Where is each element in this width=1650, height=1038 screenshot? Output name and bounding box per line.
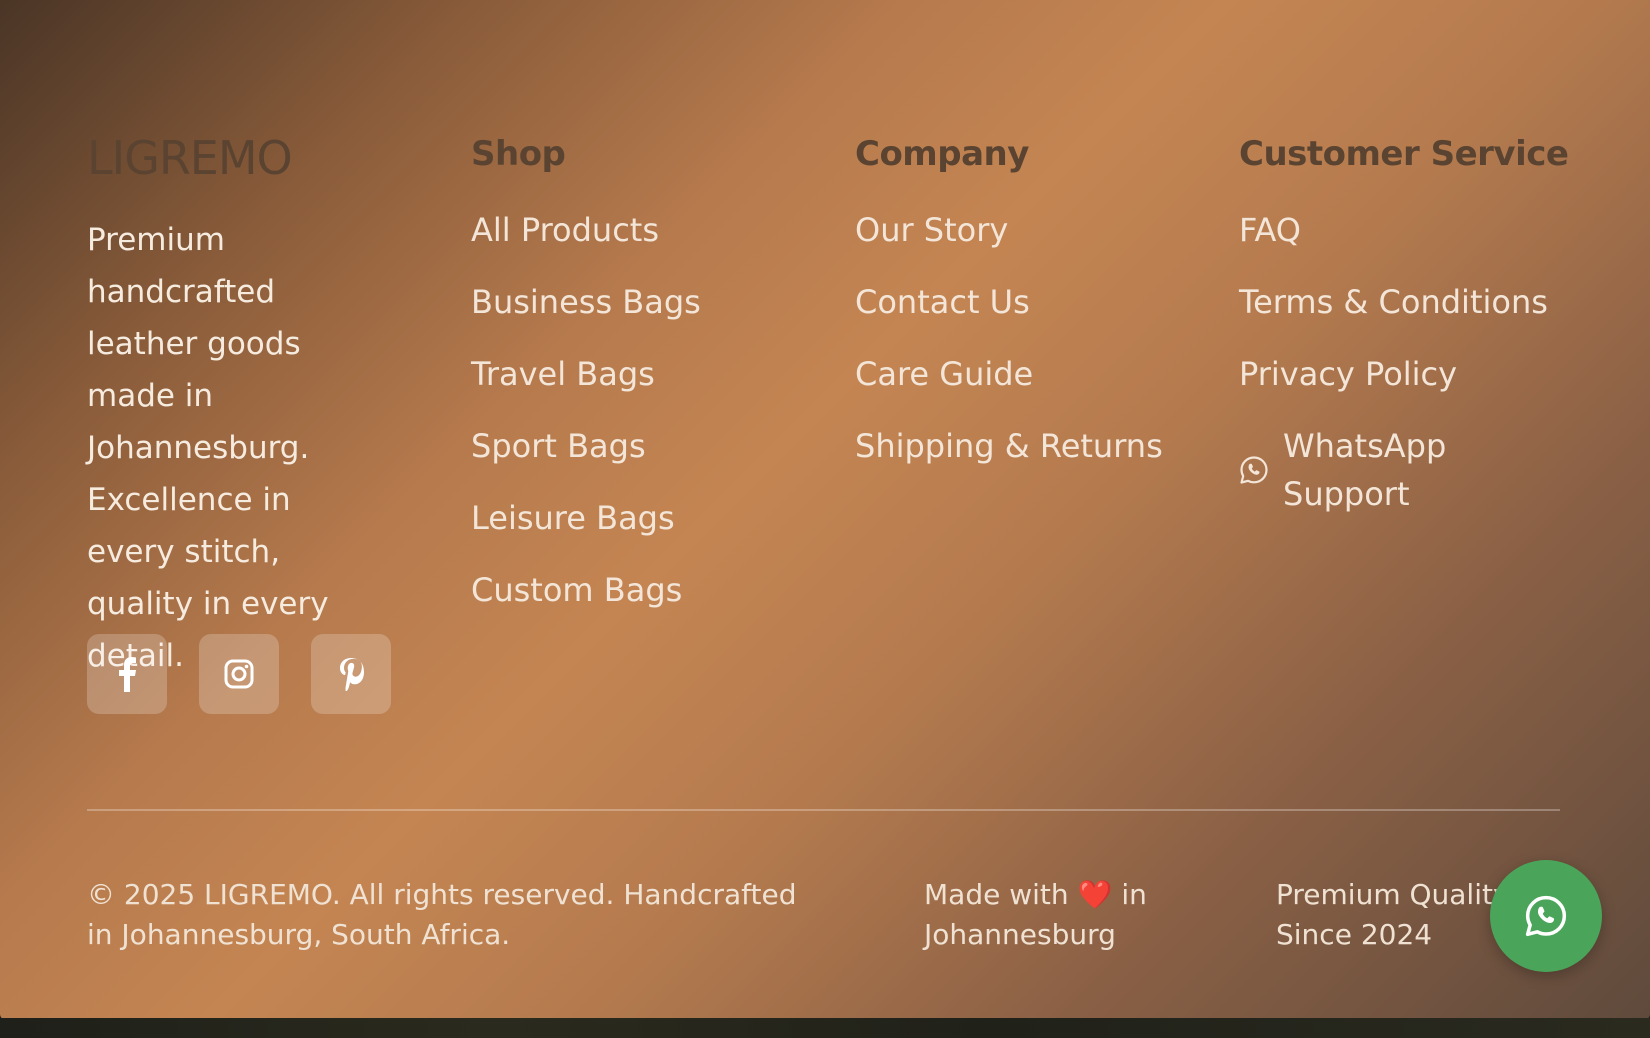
facebook-icon <box>119 657 136 692</box>
made-with-prefix: Made with <box>924 878 1069 911</box>
company-column: Company Our Story Contact Us Care Guide … <box>855 128 1163 494</box>
service-link-faq[interactable]: FAQ <box>1239 206 1569 254</box>
pinterest-icon <box>340 658 364 691</box>
social-links <box>87 634 391 714</box>
shop-link-leisure-bags[interactable]: Leisure Bags <box>471 494 701 542</box>
whatsapp-icon <box>1525 895 1567 937</box>
whatsapp-icon <box>1240 456 1268 484</box>
premium-quality-text: Premium Quality Since 2024 <box>1276 878 1510 951</box>
customer-service-column: Customer Service FAQ Terms & Conditions … <box>1239 128 1569 542</box>
site-footer: LIGREMO Premium handcrafted leather good… <box>0 0 1650 1020</box>
shop-link-sport-bags[interactable]: Sport Bags <box>471 422 701 470</box>
company-link-contact-us[interactable]: Contact Us <box>855 278 1163 326</box>
shop-link-all-products[interactable]: All Products <box>471 206 701 254</box>
heart-icon: ❤️ <box>1077 878 1113 911</box>
instagram-button[interactable] <box>199 634 279 714</box>
whatsapp-chat-button[interactable] <box>1490 860 1602 972</box>
shop-column: Shop All Products Business Bags Travel B… <box>471 128 701 638</box>
made-with-text: Made with ❤️ in Johannesburg <box>924 875 1184 955</box>
facebook-button[interactable] <box>87 634 167 714</box>
service-link-privacy[interactable]: Privacy Policy <box>1239 350 1569 398</box>
company-link-shipping-returns[interactable]: Shipping & Returns <box>855 422 1163 470</box>
shop-link-travel-bags[interactable]: Travel Bags <box>471 350 701 398</box>
pinterest-button[interactable] <box>311 634 391 714</box>
shop-links: All Products Business Bags Travel Bags S… <box>471 206 701 614</box>
company-links: Our Story Contact Us Care Guide Shipping… <box>855 206 1163 470</box>
brand-tagline: Premium handcrafted leather goods made i… <box>87 222 329 674</box>
company-link-our-story[interactable]: Our Story <box>855 206 1163 254</box>
whatsapp-support-label: WhatsApp Support <box>1283 427 1447 513</box>
company-link-care-guide[interactable]: Care Guide <box>855 350 1163 398</box>
footer-logo[interactable]: LIGREMO <box>87 128 407 188</box>
page-background-strip <box>0 1018 1650 1038</box>
service-link-whatsapp-support[interactable]: WhatsApp Support <box>1239 422 1569 518</box>
footer-divider <box>87 809 1560 811</box>
service-link-terms[interactable]: Terms & Conditions <box>1239 278 1569 326</box>
customer-service-links: FAQ Terms & Conditions Privacy Policy Wh… <box>1239 206 1569 518</box>
customer-service-heading: Customer Service <box>1239 134 1569 174</box>
shop-heading: Shop <box>471 134 566 174</box>
brand-column: LIGREMO Premium handcrafted leather good… <box>87 128 407 682</box>
instagram-icon <box>224 659 254 689</box>
copyright-text: © 2025 LIGREMO. All rights reserved. Han… <box>87 878 797 951</box>
shop-link-custom-bags[interactable]: Custom Bags <box>471 566 701 614</box>
shop-link-business-bags[interactable]: Business Bags <box>471 278 701 326</box>
company-heading: Company <box>855 134 1029 174</box>
